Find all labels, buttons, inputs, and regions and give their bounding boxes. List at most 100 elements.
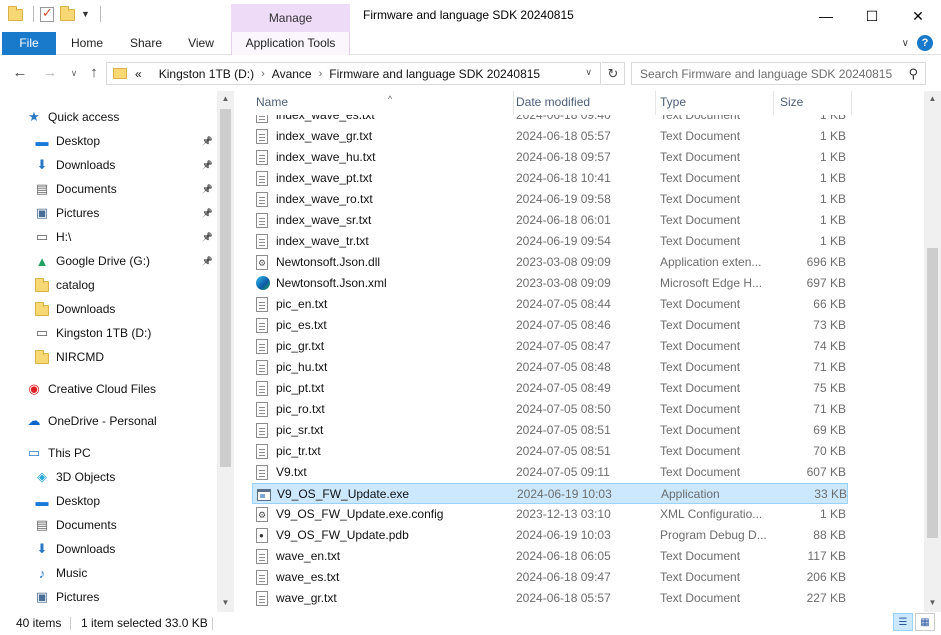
file-row[interactable]: index_wave_pt.txt 2024-06-18 10:41 Text Do… — [252, 168, 848, 189]
sidebar-item[interactable]: ▤ Documents 📌 — [0, 178, 215, 200]
pin-icon[interactable]: 📌 — [202, 208, 213, 219]
file-row[interactable]: wave_gr.txt 2024-06-18 05:57 Text Document… — [252, 588, 848, 609]
file-scrollbar-thumb[interactable] — [927, 248, 938, 538]
sidebar-item[interactable]: ♪ Music — [0, 562, 215, 584]
address-bar[interactable]: « Kingston 1TB (D:) › Avance › Firmware … — [106, 62, 601, 85]
column-date-modified[interactable]: Date modified — [512, 91, 656, 115]
recent-locations-chevron-icon[interactable]: ∨ — [64, 63, 84, 83]
properties-icon[interactable] — [40, 5, 54, 22]
nav-scrollbar-thumb[interactable] — [220, 109, 231, 467]
file-row[interactable]: V9_OS_FW_Update.pdb 2024-06-19 10:03 Progr… — [252, 525, 848, 546]
scroll-down-arrow-icon[interactable]: ▼ — [217, 598, 234, 607]
tab-home[interactable]: Home — [60, 32, 114, 55]
maximize-button[interactable]: ☐ — [849, 0, 895, 32]
pin-icon[interactable]: 📌 — [202, 136, 213, 147]
sidebar-item[interactable]: ★ Quick access — [0, 106, 215, 128]
column-size[interactable]: Size — [776, 91, 852, 115]
sidebar-item[interactable]: ▲ Google Drive (G:) 📌 — [0, 250, 215, 272]
file-row[interactable]: index_wave_sr.txt 2024-06-18 06:01 Text Do… — [252, 210, 848, 231]
sidebar-item[interactable]: catalog — [0, 274, 215, 296]
sidebar-item[interactable]: Downloads — [0, 298, 215, 320]
sidebar-item[interactable]: ⬇ Downloads — [0, 538, 215, 560]
file-name: pic_ro.txt — [276, 402, 325, 416]
file-row[interactable]: pic_tr.txt 2024-07-05 08:51 Text Document 7… — [252, 441, 848, 462]
sidebar-item[interactable]: ▤ Documents — [0, 514, 215, 536]
sidebar-item[interactable]: ◉ Creative Cloud Files — [0, 378, 215, 400]
sidebar-item[interactable]: ▭ H:\ 📌 — [0, 226, 215, 248]
nav-scrollbar[interactable]: ▲ ▼ — [217, 91, 234, 612]
new-folder-icon[interactable] — [60, 6, 75, 21]
up-arrow-icon[interactable]: ↑ — [84, 63, 104, 83]
tab-view[interactable]: View — [178, 32, 224, 55]
selection-info: 1 item selected 33.0 KB — [81, 616, 208, 630]
sidebar-item[interactable]: ☁ OneDrive - Personal — [0, 410, 215, 432]
file-row[interactable]: V9.txt 2024-07-05 09:11 Text Document 607 K… — [252, 462, 848, 483]
search-box[interactable]: Search Firmware and language SDK 2024081… — [631, 62, 926, 85]
scroll-up-arrow-icon[interactable]: ▲ — [924, 94, 941, 103]
sidebar-item[interactable]: ▬ Desktop — [0, 490, 215, 512]
file-row[interactable]: wave_es.txt 2024-06-18 09:47 Text Document… — [252, 567, 848, 588]
help-icon[interactable]: ? — [917, 35, 933, 51]
file-row[interactable]: index_wave_tr.txt 2024-06-19 09:54 Text Do… — [252, 231, 848, 252]
file-row[interactable]: V9_OS_FW_Update.exe 2024-06-19 10:03 Appli… — [252, 483, 848, 504]
breadcrumb-item-current[interactable]: Firmware and language SDK 20240815 — [329, 67, 540, 81]
sidebar-item[interactable]: ▣ Pictures — [0, 586, 215, 608]
minimize-button[interactable]: — — [803, 0, 849, 32]
breadcrumb-overflow[interactable]: « — [135, 67, 142, 81]
sidebar-item[interactable]: ▭ Kingston 1TB (D:) — [0, 322, 215, 344]
breadcrumb-separator-icon[interactable]: › — [261, 68, 265, 80]
file-date-modified: 2024-06-18 09:57 — [516, 150, 611, 164]
file-row[interactable]: pic_gr.txt 2024-07-05 08:47 Text Document 7… — [252, 336, 848, 357]
back-arrow-icon[interactable]: ← — [10, 63, 30, 83]
file-row[interactable]: index_wave_gr.txt 2024-06-18 05:57 Text Do… — [252, 126, 848, 147]
details-view-icon[interactable]: ☰ — [893, 613, 913, 631]
sidebar-item[interactable]: NIRCMD — [0, 346, 215, 368]
file-type: Text Document — [660, 423, 741, 437]
sidebar-item[interactable]: ▣ Pictures 📌 — [0, 202, 215, 224]
pin-icon[interactable]: 📌 — [202, 160, 213, 171]
file-row[interactable]: pic_ro.txt 2024-07-05 08:50 Text Document 7… — [252, 399, 848, 420]
scroll-down-arrow-icon[interactable]: ▼ — [924, 598, 941, 607]
file-row[interactable]: Newtonsoft.Json.dll 2023-03-08 09:09 Appli… — [252, 252, 848, 273]
file-row[interactable]: index_wave_hu.txt 2024-06-18 09:57 Text Do… — [252, 147, 848, 168]
collapse-ribbon-icon[interactable]: ∨ — [902, 38, 909, 49]
file-row[interactable]: Newtonsoft.Json.xml 2023-03-08 09:09 Micro… — [252, 273, 848, 294]
refresh-icon[interactable]: ↻ — [602, 62, 625, 85]
large-icons-view-icon[interactable]: ▦ — [915, 613, 935, 631]
breadcrumb-item-avance[interactable]: Avance — [272, 67, 312, 81]
forward-arrow-icon[interactable]: → — [40, 63, 60, 83]
pin-icon[interactable]: 📌 — [202, 256, 213, 267]
manage-context-tab[interactable]: Manage — [231, 4, 350, 32]
tab-application-tools[interactable]: Application Tools — [231, 32, 350, 55]
file-row[interactable]: pic_es.txt 2024-07-05 08:46 Text Document 7… — [252, 315, 848, 336]
sidebar-item[interactable]: ▭ This PC — [0, 442, 215, 464]
customize-toolbar-dropdown-icon[interactable]: ▼ — [81, 9, 90, 19]
file-row[interactable]: pic_sr.txt 2024-07-05 08:51 Text Document 6… — [252, 420, 848, 441]
column-type[interactable]: Type — [656, 91, 774, 115]
scroll-up-arrow-icon[interactable]: ▲ — [217, 94, 234, 103]
sidebar-item[interactable]: ⬇ Downloads 📌 — [0, 154, 215, 176]
breadcrumb-item-drive[interactable]: Kingston 1TB (D:) — [159, 67, 254, 81]
file-row[interactable]: pic_pt.txt 2024-07-05 08:49 Text Document 7… — [252, 378, 848, 399]
breadcrumb-separator-icon[interactable]: › — [319, 68, 323, 80]
file-row[interactable]: index_wave_ro.txt 2024-06-19 09:58 Text Do… — [252, 189, 848, 210]
file-name: pic_es.txt — [276, 318, 327, 332]
sidebar-item[interactable]: ▬ Desktop 📌 — [0, 130, 215, 152]
address-dropdown-icon[interactable]: ∨ — [585, 67, 592, 78]
tab-share[interactable]: Share — [120, 32, 172, 55]
search-icon[interactable]: ⚲ — [908, 66, 918, 82]
sidebar-item[interactable]: ◈ 3D Objects — [0, 466, 215, 488]
column-name[interactable]: Name ^ — [252, 91, 514, 115]
file-row[interactable]: pic_hu.txt 2024-07-05 08:48 Text Document 7… — [252, 357, 848, 378]
close-button[interactable]: ✕ — [895, 0, 941, 32]
file-row[interactable]: V9_OS_FW_Update.exe.config 2023-12-13 03:… — [252, 504, 848, 525]
folder-icon[interactable] — [8, 6, 23, 21]
drive-icon: ▭ — [35, 229, 49, 244]
file-scrollbar[interactable]: ▲ ▼ — [924, 91, 941, 612]
pin-icon[interactable]: 📌 — [202, 232, 213, 243]
file-glyph — [256, 570, 268, 585]
pin-icon[interactable]: 📌 — [202, 184, 213, 195]
file-row[interactable]: wave_en.txt 2024-06-18 06:05 Text Document… — [252, 546, 848, 567]
tab-file[interactable]: File — [2, 32, 56, 55]
file-row[interactable]: pic_en.txt 2024-07-05 08:44 Text Document 6… — [252, 294, 848, 315]
